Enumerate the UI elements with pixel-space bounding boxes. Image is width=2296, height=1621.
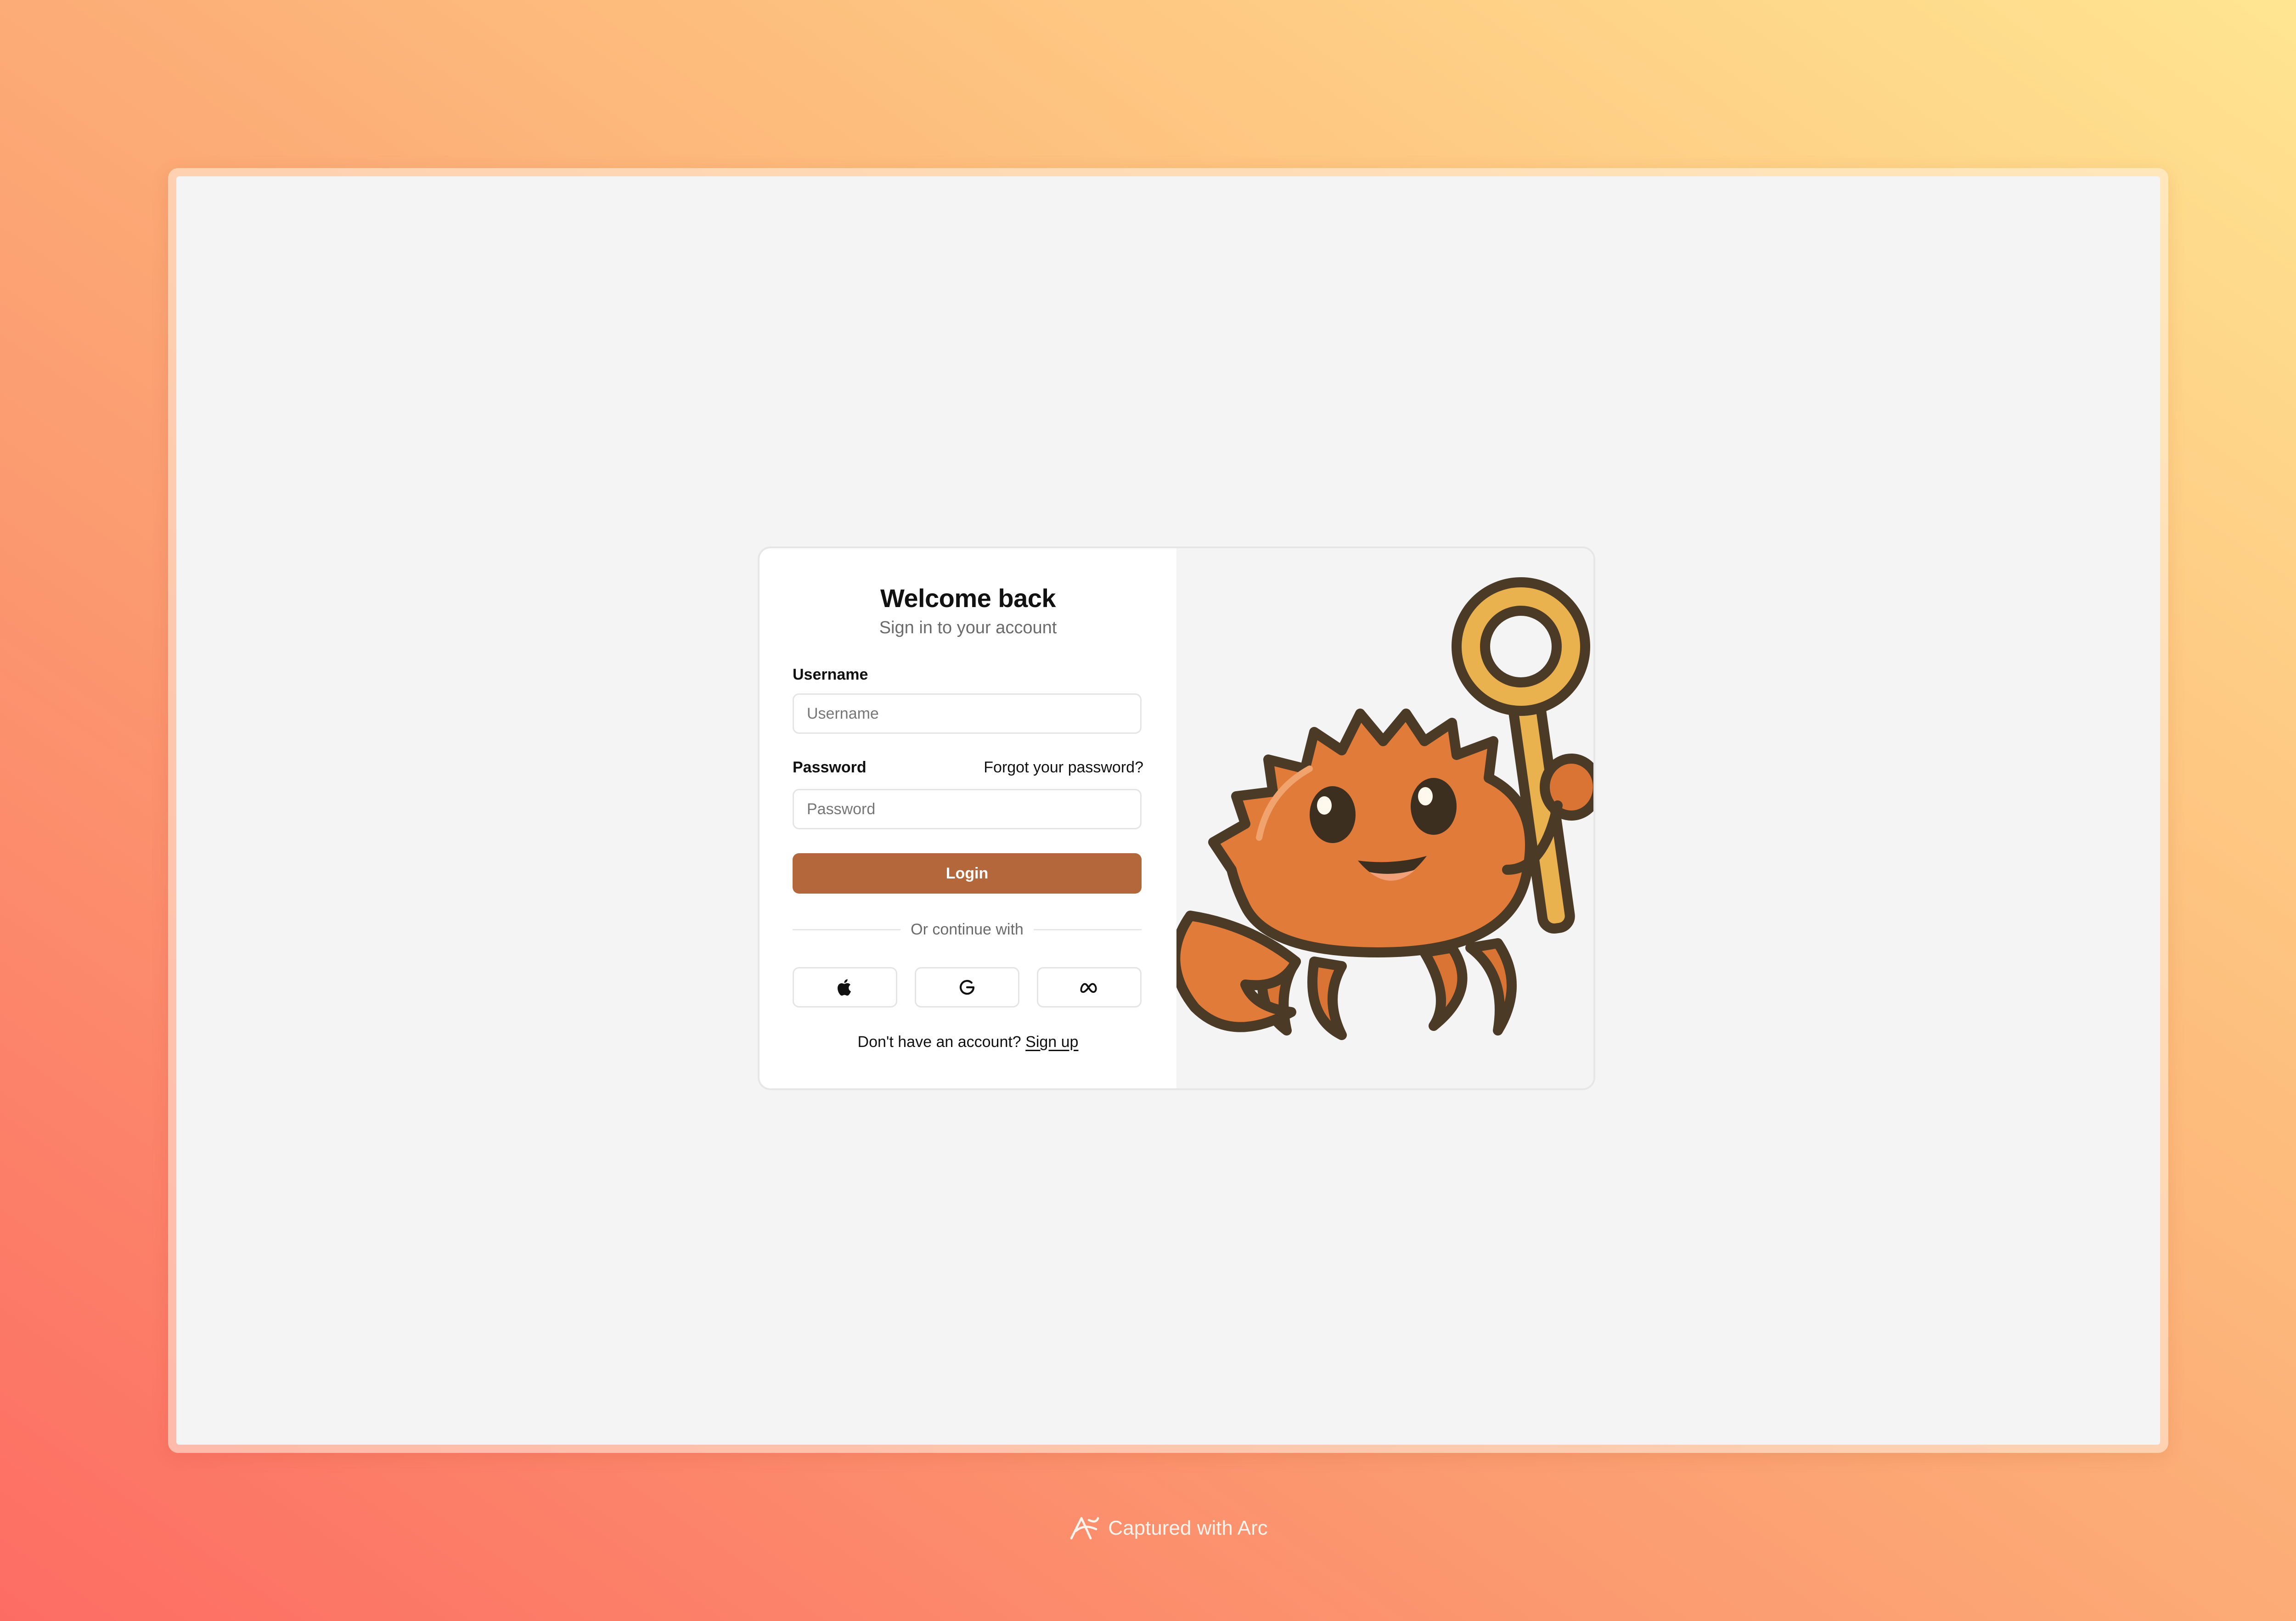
divider-line-left: [793, 929, 901, 930]
social-login-row: [793, 967, 1142, 1007]
page-title: Welcome back: [880, 584, 1056, 613]
divider-text: Or continue with: [911, 920, 1024, 938]
password-label: Password: [793, 759, 867, 776]
crab-mascot-illustration: [1176, 577, 1593, 1040]
signup-prompt: Don't have an account?: [857, 1033, 1021, 1051]
google-login-button[interactable]: [915, 967, 1019, 1007]
illustration-panel: [1176, 548, 1593, 1088]
arc-logo-icon: [1070, 1517, 1099, 1540]
apple-icon: [837, 979, 851, 996]
signup-link[interactable]: Sign up: [1025, 1033, 1078, 1051]
divider-line-right: [1033, 929, 1142, 930]
forgot-password-link[interactable]: Forgot your password?: [984, 759, 1143, 777]
login-form: Welcome back Sign in to your account Use…: [760, 548, 1176, 1088]
footer-text: Captured with Arc: [1108, 1517, 1268, 1539]
login-button[interactable]: Login: [793, 853, 1142, 894]
login-card: Welcome back Sign in to your account Use…: [758, 546, 1595, 1090]
username-input[interactable]: [793, 693, 1142, 734]
capture-footer: Captured with Arc: [0, 1514, 2296, 1542]
google-icon: [959, 979, 975, 995]
meta-icon: [1080, 983, 1097, 993]
password-input[interactable]: [793, 789, 1142, 829]
browser-frame: Welcome back Sign in to your account Use…: [168, 168, 2168, 1453]
page-subtitle: Sign in to your account: [879, 618, 1057, 637]
signup-row: Don't have an account? Sign up: [760, 1033, 1176, 1051]
meta-login-button[interactable]: [1037, 967, 1142, 1007]
page-viewport: Welcome back Sign in to your account Use…: [176, 176, 2160, 1445]
username-label: Username: [793, 666, 868, 683]
divider: Or continue with: [793, 920, 1142, 939]
apple-login-button[interactable]: [793, 967, 897, 1007]
